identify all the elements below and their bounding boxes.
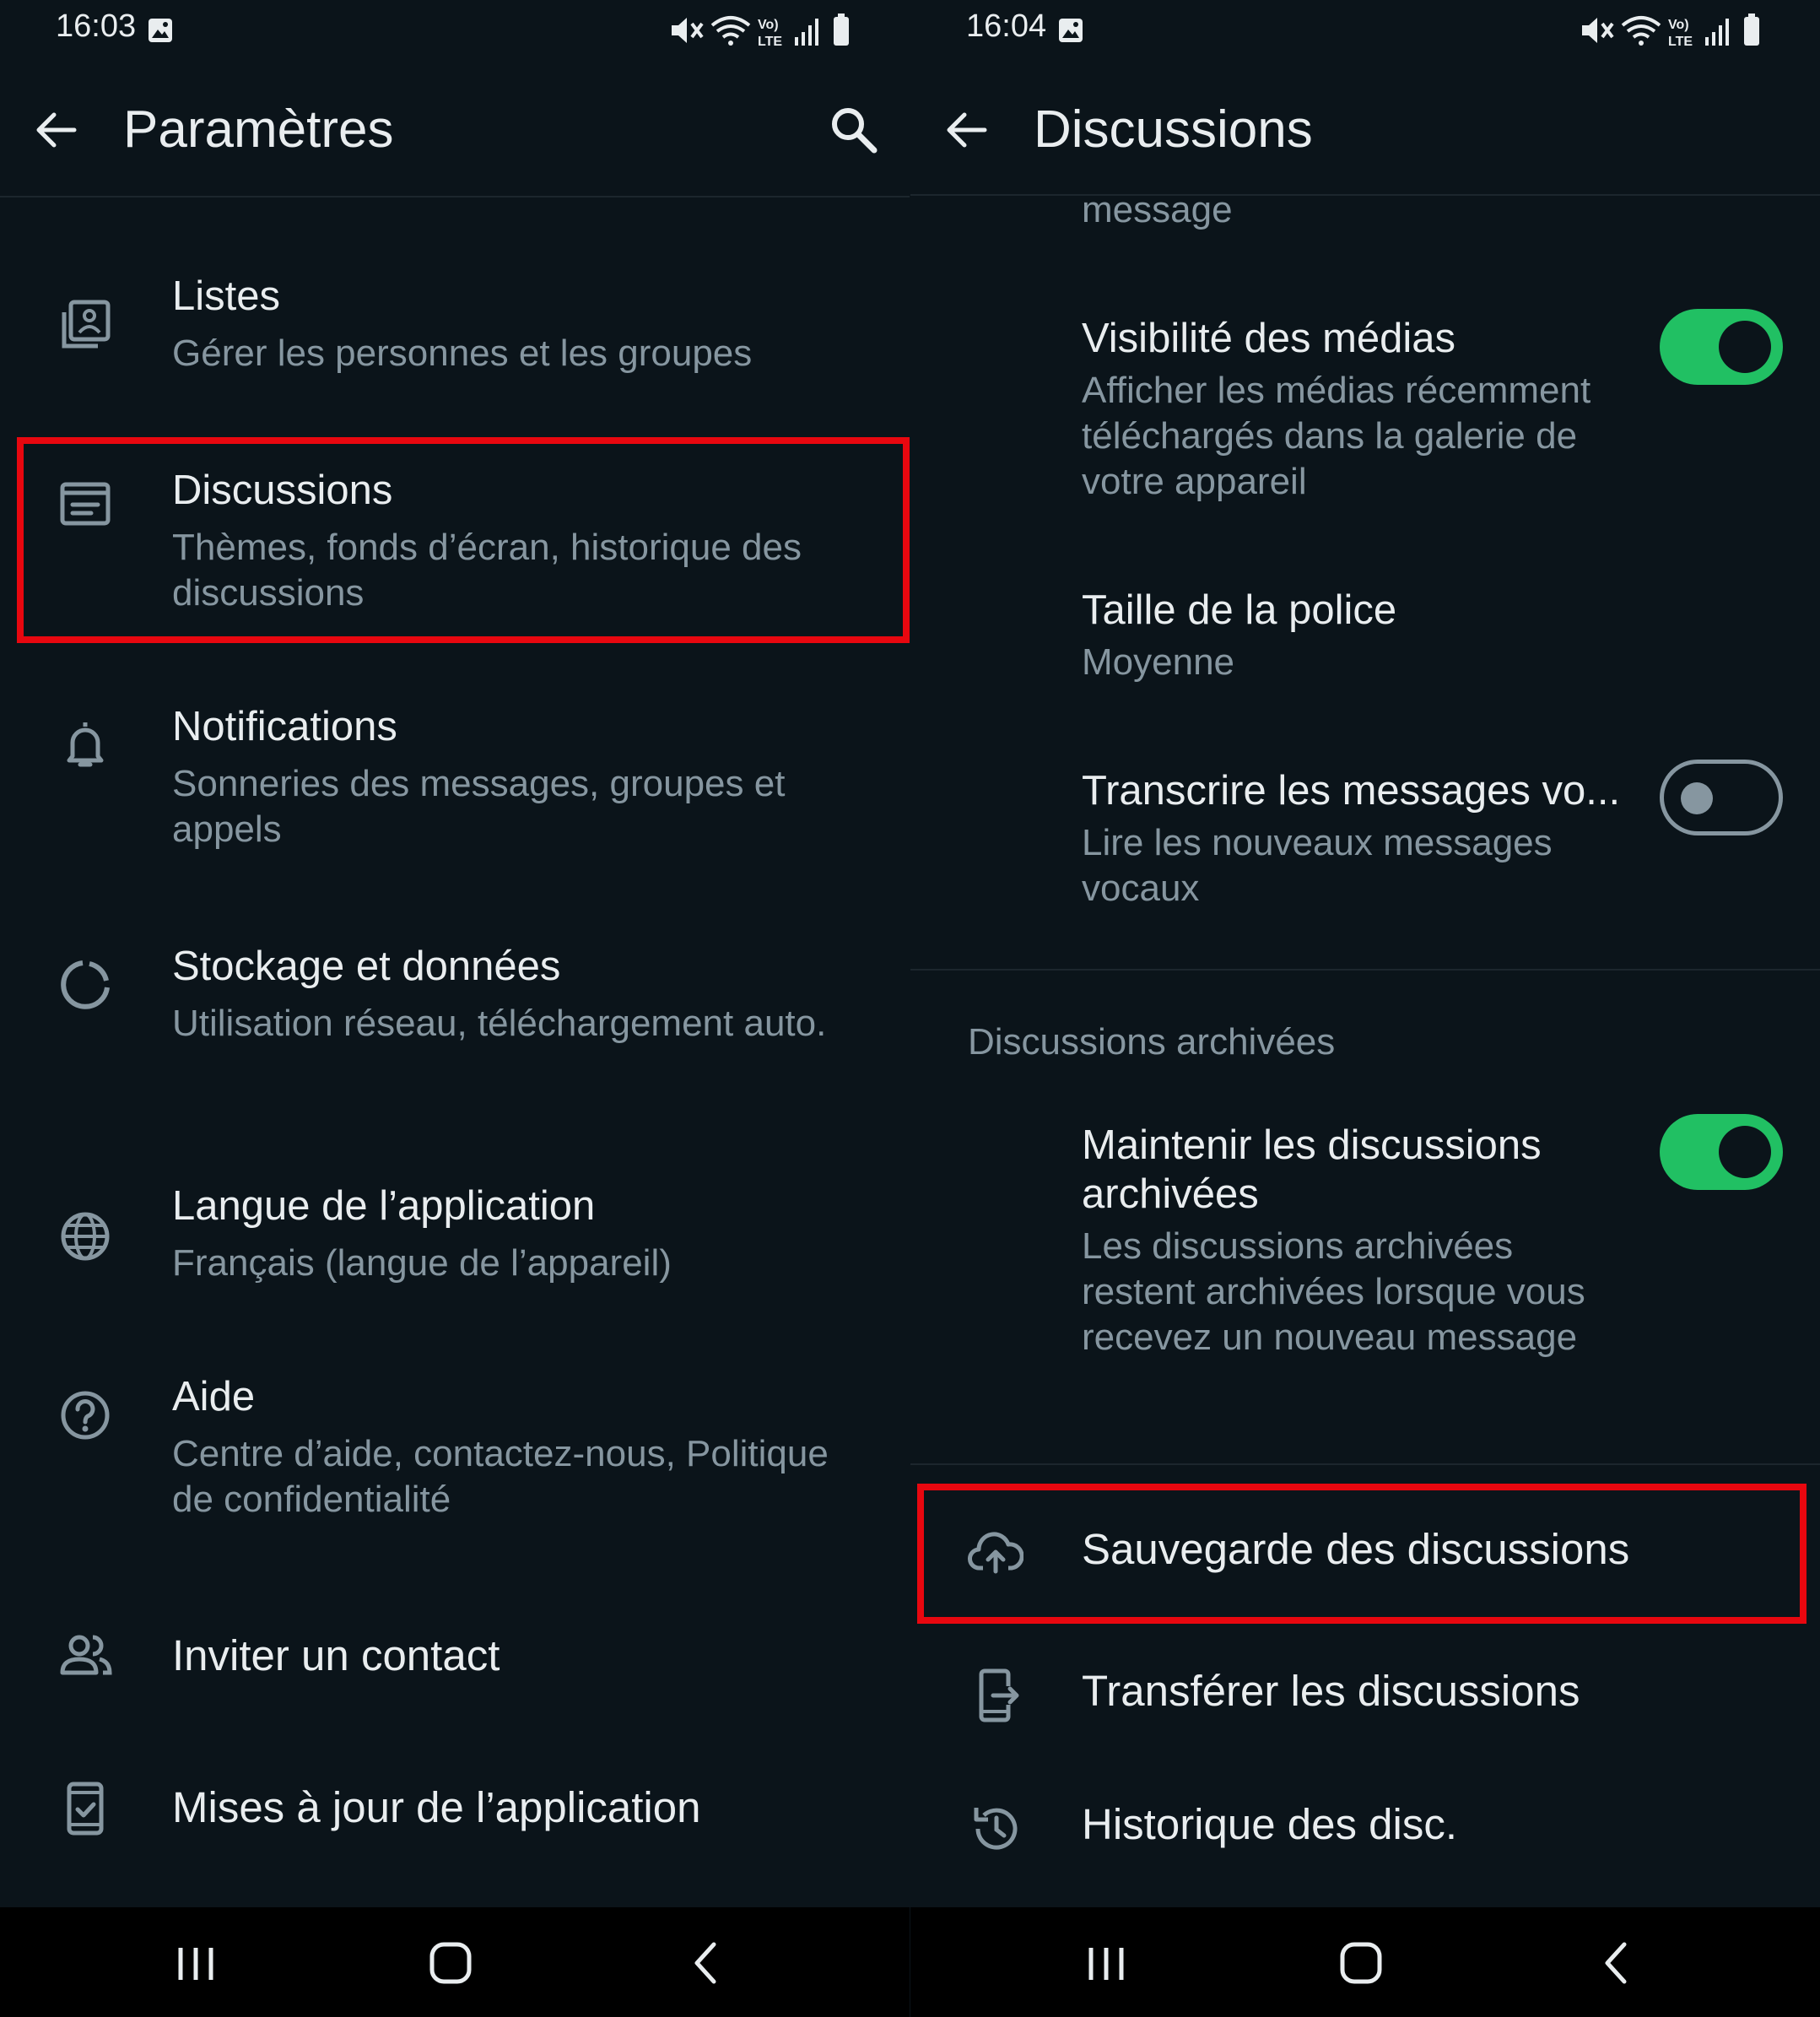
toggle-knob xyxy=(1719,321,1771,373)
settings-item-subtitle: Utilisation réseau, téléchargement auto. xyxy=(172,1003,827,1044)
transcribe-toggle[interactable] xyxy=(1660,760,1783,835)
section-header-archived: Discussions archivées xyxy=(968,1021,1336,1063)
status-icons: Vo) LTE xyxy=(672,14,849,49)
back-arrow-icon[interactable] xyxy=(942,106,990,154)
action-title: Historique des disc. xyxy=(1082,1800,1458,1848)
app-updates-icon xyxy=(67,1782,104,1836)
system-nav-bar xyxy=(910,1907,1820,2017)
recent-apps-icon[interactable] xyxy=(1074,1931,1138,1995)
action-title: Sauvegarde des discussions xyxy=(1082,1525,1630,1573)
svg-text:Vo): Vo) xyxy=(1668,18,1689,32)
setting-subtitle: Moyenne xyxy=(1082,641,1235,683)
action-chat-backup[interactable]: Sauvegarde des discussions xyxy=(910,1492,1820,1615)
keep-archived-toggle[interactable] xyxy=(1660,1114,1783,1190)
setting-media-visibility[interactable]: Visibilité des médias Afficher les média… xyxy=(910,304,1820,515)
recent-apps-icon[interactable] xyxy=(164,1931,228,1995)
setting-subtitle: Lire les nouveaux messages vocaux xyxy=(1082,822,1553,909)
status-bar: 16:04 Vo) LTE xyxy=(910,0,1820,59)
settings-item-subtitle: Centre d’aide, contactez-nous, Politique… xyxy=(172,1433,829,1520)
settings-item-subtitle: Gérer les personnes et les groupes xyxy=(172,333,753,374)
cloud-upload-icon xyxy=(968,1532,1023,1574)
history-icon xyxy=(974,1808,1018,1850)
page-title: Discussions xyxy=(1034,100,1313,159)
storage-icon xyxy=(61,960,110,1009)
action-transfer-chats[interactable]: Transférer les discussions xyxy=(910,1642,1820,1749)
settings-item-title: Discussions xyxy=(172,468,393,513)
divider xyxy=(910,1463,1820,1465)
nav-back-icon[interactable] xyxy=(1585,1931,1650,1995)
settings-item-subtitle: Thèmes, fonds d’écran, historique des di… xyxy=(172,527,802,614)
toggle-knob xyxy=(1681,782,1713,814)
settings-item-help[interactable]: Aide Centre d’aide, contactez-nous, Poli… xyxy=(0,1362,910,1556)
home-icon[interactable] xyxy=(419,1931,483,1995)
home-icon[interactable] xyxy=(1329,1931,1393,1995)
nav-back-icon[interactable] xyxy=(675,1931,739,1995)
battery-icon xyxy=(834,14,849,46)
settings-item-title: Aide xyxy=(172,1374,256,1419)
gallery-notification-icon xyxy=(1059,19,1083,42)
mute-icon xyxy=(672,18,704,43)
setting-font-size[interactable]: Taille de la police Moyenne xyxy=(910,579,1820,706)
setting-title: Transcrire les messages vo... xyxy=(1082,768,1621,814)
globe-icon xyxy=(61,1212,110,1261)
settings-item-notifications[interactable]: Notifications Sonneries des messages, gr… xyxy=(0,692,910,886)
status-bar: 16:03 Vo) LTE xyxy=(0,0,910,59)
settings-item-title: Langue de l’application xyxy=(172,1183,596,1229)
phone-transfer-icon xyxy=(979,1668,1019,1722)
settings-item-app-updates[interactable]: Mises à jour de l’application xyxy=(0,1762,910,1857)
setting-subtitle: Afficher les médias récemment téléchargé… xyxy=(1082,370,1591,502)
signal-icon xyxy=(1705,19,1729,46)
settings-item-language[interactable]: Langue de l’application Français (langue… xyxy=(0,1170,910,1322)
settings-item-title: Stockage et données xyxy=(172,944,561,989)
search-icon[interactable] xyxy=(827,103,879,155)
wifi-icon xyxy=(710,16,751,39)
setting-title: Maintenir les discussions archivées xyxy=(1082,1122,1542,1217)
divider xyxy=(910,969,1820,971)
settings-item-title: Listes xyxy=(172,273,281,319)
setting-title: Visibilité des médias xyxy=(1082,316,1456,361)
app-bar: Discussions xyxy=(910,59,1820,196)
signal-icon xyxy=(795,19,818,46)
app-bar: Paramètres xyxy=(0,59,910,197)
action-chat-history[interactable]: Historique des disc. xyxy=(910,1776,1820,1882)
media-visibility-toggle[interactable] xyxy=(1660,309,1783,385)
settings-item-subtitle: Français (langue de l’appareil) xyxy=(172,1242,672,1284)
gallery-notification-icon xyxy=(149,19,172,42)
svg-text:LTE: LTE xyxy=(758,35,782,49)
settings-item-lists[interactable]: Listes Gérer les personnes et les groupe… xyxy=(0,262,910,397)
status-icons: Vo) LTE xyxy=(1582,14,1759,49)
chats-settings-screen: message Visibilité des médias Afficher l… xyxy=(910,0,1820,2017)
battery-icon xyxy=(1744,14,1759,46)
settings-item-title: Inviter un contact xyxy=(172,1631,500,1679)
back-arrow-icon[interactable] xyxy=(32,106,79,154)
help-icon xyxy=(61,1391,110,1440)
bell-icon xyxy=(67,722,104,767)
action-title: Transférer les discussions xyxy=(1082,1667,1580,1715)
system-nav-bar xyxy=(0,1907,910,2017)
page-title: Paramètres xyxy=(123,100,394,159)
setting-transcribe-voice[interactable]: Transcrire les messages vo... Lire les n… xyxy=(910,760,1820,928)
setting-title: Taille de la police xyxy=(1082,587,1397,633)
settings-item-storage[interactable]: Stockage et données Utilisation réseau, … xyxy=(0,932,910,1126)
status-time: 16:04 xyxy=(966,8,1047,44)
mute-icon xyxy=(1582,18,1614,43)
settings-item-chats[interactable]: Discussions Thèmes, fonds d’écran, histo… xyxy=(0,447,910,641)
toggle-knob xyxy=(1719,1126,1771,1178)
invite-contact-icon xyxy=(60,1635,112,1675)
settings-item-title: Notifications xyxy=(172,704,397,749)
svg-text:Vo): Vo) xyxy=(758,18,779,32)
lists-icon xyxy=(62,300,111,349)
status-time: 16:03 xyxy=(56,8,137,44)
setting-subtitle: Les discussions archivées restent archiv… xyxy=(1082,1225,1585,1358)
setting-keep-archived[interactable]: Maintenir les discussions archivées Les … xyxy=(910,1114,1820,1418)
settings-item-subtitle: Sonneries des messages, groupes et appel… xyxy=(172,763,786,850)
chat-icon xyxy=(60,482,111,526)
settings-screen: 16:03 Vo) LTE Paramètres Listes Gérer le… xyxy=(0,0,910,2017)
settings-item-title: Mises à jour de l’application xyxy=(172,1783,701,1831)
svg-text:LTE: LTE xyxy=(1668,35,1693,49)
settings-item-invite[interactable]: Inviter un contact xyxy=(0,1609,910,1703)
wifi-icon xyxy=(1621,16,1661,39)
